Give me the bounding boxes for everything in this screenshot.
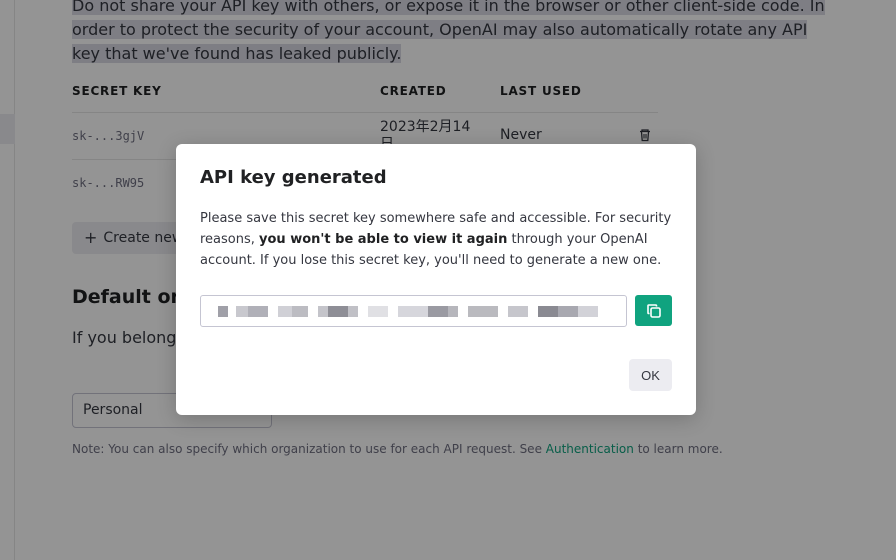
copy-icon <box>646 303 661 318</box>
dialog-title: API key generated <box>200 167 387 188</box>
redacted-key-value <box>218 306 598 317</box>
secret-key-field[interactable] <box>200 295 627 327</box>
api-key-generated-dialog: API key generated Please save this secre… <box>176 144 696 415</box>
dialog-message-emphasis: you won't be able to view it again <box>259 232 508 247</box>
ok-button[interactable]: OK <box>629 359 672 391</box>
copy-key-button[interactable] <box>635 295 672 326</box>
dialog-message: Please save this secret key somewhere sa… <box>200 211 672 268</box>
